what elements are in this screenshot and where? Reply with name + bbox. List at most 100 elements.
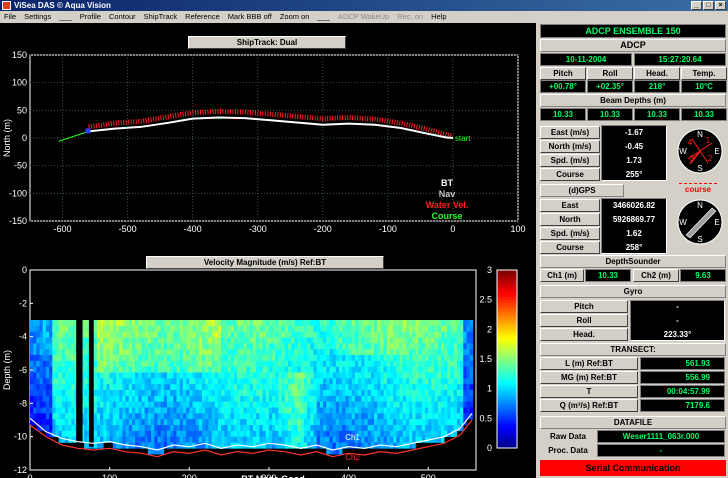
velocity-cell [412,378,416,385]
velocity-cell [364,325,368,332]
menu-item-0[interactable]: File [0,11,20,23]
velocity-cell [246,337,251,344]
velocity-cell [262,395,267,402]
velocity-cell [361,349,365,356]
velocity-cell [125,331,130,338]
velocity-cell [460,401,464,408]
velocity-cell [176,349,181,356]
velocity-cell [421,355,426,362]
menu-item-10[interactable]: ADCP WakeUp [334,11,393,23]
close-icon[interactable]: × [715,1,726,10]
menu-item-7[interactable]: Mark BBB off [224,11,276,23]
velocity-cell [128,331,133,338]
velocity-cell [358,395,362,402]
adcp-time: 15:27:20.64 [634,53,726,66]
velocity-cell [243,360,247,367]
velocity-cell [112,337,117,344]
menu-item-4[interactable]: Contour [105,11,140,23]
velocity-cell [345,366,349,373]
velocity-cell [166,384,171,391]
menu-item-2[interactable]: ___ [55,11,76,23]
velocity-cell [268,401,273,408]
velocity-cell [345,325,349,332]
menu-item-3[interactable]: Profile [76,11,105,23]
velocity-cell [415,360,419,367]
velocity-cell [157,430,161,437]
velocity-cell [173,419,177,426]
menu-item-5[interactable]: ShipTrack [140,11,181,23]
velocity-cell [253,343,257,350]
velocity-cell [125,325,130,332]
velocity-cell [195,343,200,350]
velocity-cell [195,419,200,426]
velocity-cell [275,331,279,338]
velocity-cell [358,378,362,385]
velocity-cell [125,378,130,385]
colorbar-cell [497,400,517,404]
velocity-cell [326,401,330,408]
velocity-cell [151,407,155,414]
adcp-header: ADCP [540,39,726,52]
velocity-cell [393,355,397,362]
velocity-cell [58,331,63,338]
velocity-cell [173,337,177,344]
velocity-cell [42,378,47,385]
velocity-cell [202,331,206,338]
vel-label-3: Course [540,168,600,181]
velocity-cell [335,419,340,426]
velocity-cell [211,419,216,426]
velocity-cell [160,390,165,397]
beam-number-3: 4 [688,138,693,147]
velocity-cell [463,355,467,362]
menu-item-6[interactable]: Reference [181,11,224,23]
velocity-cell [329,372,333,379]
velocity-cell [128,413,133,420]
velocity-cell [61,436,66,443]
velocity-cell [342,384,346,391]
velocity-cell [281,384,286,391]
velocity-cell [284,331,289,338]
velocity-cell [131,372,136,379]
velocity-cell [332,425,337,432]
velocity-cell [361,390,365,397]
velocity-cell [450,366,454,373]
velocity-cell [364,425,368,432]
maximize-icon[interactable]: □ [703,1,714,10]
velocity-cell [300,325,305,332]
menu-item-1[interactable]: Settings [20,11,55,23]
velocity-cell [55,390,59,397]
menu-item-12[interactable]: Help [427,11,450,23]
velocity-cell [202,360,206,367]
velocity-cell [186,407,190,414]
velocity-cell [125,430,130,437]
velocity-cell [128,436,133,443]
colorbar-cell [497,293,517,298]
velocity-cell [329,413,333,420]
velocity-cell [418,360,423,367]
menu-item-8[interactable]: Zoom on [276,11,314,23]
velocity-cell [55,360,59,367]
plot-area: ShipTrack: Dual -600 -500 -400 -300 -200 -100… [0,23,536,478]
velocity-cell [246,384,251,391]
velocity-cell [93,378,98,385]
velocity-cell [157,395,161,402]
velocity-cell [310,360,314,367]
velocity-cell [68,419,72,426]
velocity-cell [125,372,130,379]
velocity-cell [335,390,340,397]
minimize-icon[interactable]: _ [691,1,702,10]
menu-item-11[interactable]: Rec. on [393,11,427,23]
menu-item-9[interactable]: ___ [313,11,334,23]
velocity-cell [179,390,184,397]
velocity-cell [418,395,423,402]
velocity-cell [348,325,353,332]
velocity-cell [233,331,238,338]
velocity-cell [431,419,435,426]
velocity-cell [189,419,193,426]
velocity-cell [49,366,53,373]
velocity-cell [157,366,161,373]
velocity-cell [160,343,165,350]
velocity-cell [288,384,292,391]
velocity-cell [444,384,448,391]
velocity-cell [303,325,308,332]
